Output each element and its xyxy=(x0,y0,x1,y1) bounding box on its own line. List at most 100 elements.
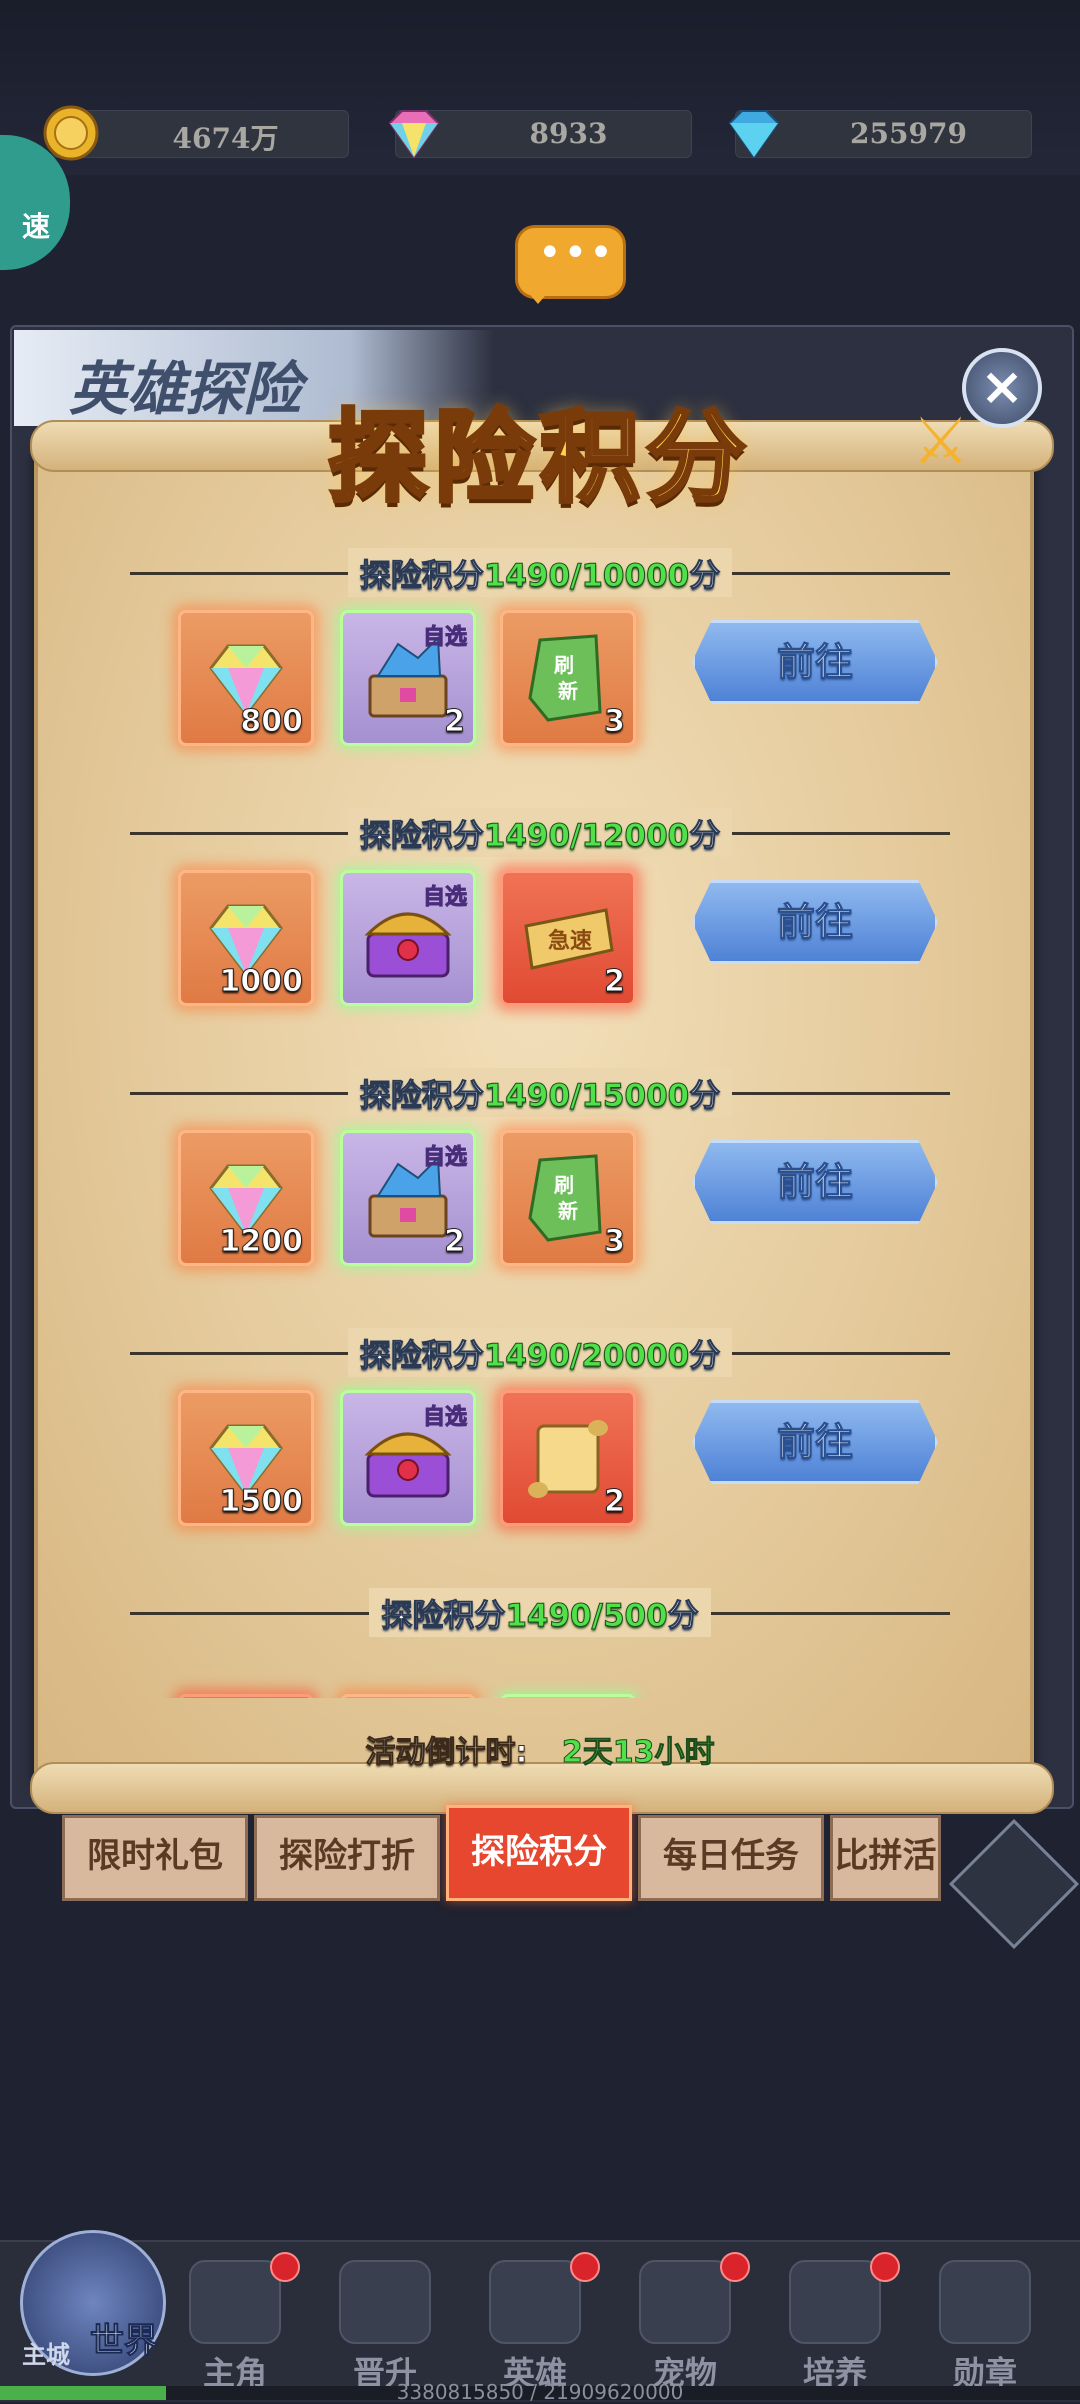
promote-icon xyxy=(339,2260,431,2344)
reward-quantity: 2 xyxy=(444,1224,466,1260)
goto-button[interactable]: 前往 xyxy=(692,880,938,964)
currency-gold[interactable]: 4674万 xyxy=(43,105,349,161)
svg-text:刷: 刷 xyxy=(554,1173,574,1197)
blue-diamond-icon xyxy=(728,110,780,159)
reward-quantity: 800 xyxy=(240,704,304,740)
notification-badge xyxy=(720,2252,750,2282)
goto-button[interactable]: 前往 xyxy=(692,620,938,704)
reward-quantity: 2 xyxy=(444,704,466,740)
milestone-progress: 1490/15000 xyxy=(483,1078,690,1115)
reward-quantity: 1500 xyxy=(219,1484,303,1520)
tab-item[interactable]: 探险积分 xyxy=(446,1805,632,1901)
svg-text:新: 新 xyxy=(558,1199,578,1223)
reward-tag: 自选 xyxy=(422,625,467,651)
speedup-ticket-icon: 急速 xyxy=(524,908,614,970)
milestone-label-text: 探险积分 xyxy=(359,558,484,595)
milestone-label-text: 探险积分 xyxy=(359,1338,484,1375)
reward-item[interactable]: 1200 xyxy=(178,1130,314,1266)
milestone-row: 探险积分1490/12000分 1000 自选 急速 2 前往 xyxy=(0,808,1080,1068)
reward-item[interactable] xyxy=(340,1694,476,1698)
reward-quantity: 2 xyxy=(604,1484,626,1520)
experience-text: 3380815850 / 21909620000 xyxy=(396,2380,684,2404)
rainbow-gem-icon xyxy=(388,110,440,159)
milestone-row: 探险积分1490/15000分 1200 自选 2 刷新 3 前往 xyxy=(0,1068,1080,1328)
currency-gold-value: 4674万 xyxy=(172,122,279,155)
hero-icon xyxy=(189,2260,281,2344)
reward-item[interactable] xyxy=(178,1694,314,1698)
refresh-ticket-icon: 刷新 xyxy=(528,1154,602,1242)
goto-button[interactable]: 前往 xyxy=(692,1140,938,1224)
nav-item[interactable]: 晋升 xyxy=(310,2260,460,2400)
tab-item[interactable]: 每日任务 xyxy=(638,1815,824,1901)
milestone-unit: 分 xyxy=(667,1598,699,1635)
currency-rainbow-gem[interactable]: 8933 xyxy=(388,110,692,159)
milestone-row: 探险积分1490/10000分 800 自选 2 刷新 3 前往 xyxy=(0,548,1080,808)
nav-world-label: 世界 xyxy=(90,2321,159,2362)
reward-item[interactable]: 刷新3 xyxy=(500,610,636,746)
svg-text:刷: 刷 xyxy=(554,653,574,677)
reward-item[interactable]: 自选 2 xyxy=(340,1130,476,1266)
reward-item[interactable]: 1500 xyxy=(178,1390,314,1526)
pet-icon xyxy=(639,2260,731,2344)
milestone-unit: 分 xyxy=(689,1078,721,1115)
reward-item[interactable]: 自选 2 xyxy=(340,610,476,746)
milestone-progress: 1490/20000 xyxy=(483,1338,690,1375)
currency-diamond[interactable]: 255979 xyxy=(728,110,1032,159)
reward-item[interactable]: 自选 xyxy=(340,870,476,1006)
nav-world-button[interactable]: 世界 主城 xyxy=(10,2215,170,2400)
currency-rainbow-gem-value: 8933 xyxy=(529,117,608,150)
milestone-label: 探险积分1490/500分 xyxy=(0,1588,1080,1638)
milestone-progress: 1490/12000 xyxy=(483,818,690,855)
reward-tag: 自选 xyxy=(422,1405,467,1431)
reward-item[interactable]: 刷新3 xyxy=(500,1130,636,1266)
countdown-value: 2天13小时 xyxy=(561,1735,715,1771)
train-icon xyxy=(789,2260,881,2344)
milestone-progress: 1490/10000 xyxy=(483,558,690,595)
milestone-label-text: 探险积分 xyxy=(359,1078,484,1115)
close-button[interactable]: × xyxy=(962,348,1042,428)
menu-toggle-icon[interactable] xyxy=(948,1818,1080,1950)
milestone-unit: 分 xyxy=(689,1338,721,1375)
medal-icon xyxy=(939,2260,1031,2344)
nav-world-sublabel: 主城 xyxy=(22,2341,70,2369)
milestone-unit: 分 xyxy=(689,558,721,595)
reward-item[interactable]: 急速 2 xyxy=(500,870,636,1006)
reward-item[interactable] xyxy=(500,1694,636,1698)
currency-diamond-value: 255979 xyxy=(850,117,967,150)
reward-quantity: 2 xyxy=(604,964,626,1000)
svg-text:急速: 急速 xyxy=(548,928,592,954)
nav-item[interactable]: 勋章 xyxy=(910,2260,1060,2400)
milestone-progress: 1490/500 xyxy=(505,1598,668,1635)
refresh-ticket-icon: 刷新 xyxy=(528,634,602,722)
reward-item[interactable]: 自选 xyxy=(340,1390,476,1526)
reward-item[interactable]: 800 xyxy=(178,610,314,746)
chat-bubble-icon[interactable]: ••• xyxy=(515,225,626,304)
tab-item[interactable]: 限时礼包 xyxy=(62,1815,248,1901)
speed-label: 速 xyxy=(21,210,50,243)
countdown-label: 活动倒计时: xyxy=(365,1735,528,1771)
reward-quantity: 1000 xyxy=(219,964,303,1000)
notification-badge xyxy=(570,2252,600,2282)
milestone-unit: 分 xyxy=(689,818,721,855)
reward-item[interactable]: 1000 xyxy=(178,870,314,1006)
scroll-icon xyxy=(528,1420,608,1498)
reward-quantity: 3 xyxy=(604,1224,626,1260)
helmet-icon xyxy=(489,2260,581,2344)
milestone-row: 探险积分1490/20000分 1500 自选 2 前往 xyxy=(0,1328,1080,1588)
notification-badge xyxy=(870,2252,900,2282)
event-countdown: 活动倒计时: 2天13小时 xyxy=(0,1727,1080,1771)
milestone-label: 探险积分1490/10000分 xyxy=(0,548,1080,598)
milestone-label: 探险积分1490/15000分 xyxy=(0,1068,1080,1118)
svg-text:新: 新 xyxy=(558,679,578,703)
reward-quantity: 1200 xyxy=(219,1224,303,1260)
milestone-row: 探险积分1490/500分 xyxy=(0,1588,1080,1698)
reward-tag: 自选 xyxy=(422,885,467,911)
goto-button[interactable]: 前往 xyxy=(692,1400,938,1484)
milestone-label-text: 探险积分 xyxy=(359,818,484,855)
tab-item[interactable]: 比拼活 xyxy=(830,1815,941,1901)
tab-item[interactable]: 探险打折 xyxy=(254,1815,440,1901)
reward-tag: 自选 xyxy=(422,1145,467,1171)
milestone-label-text: 探险积分 xyxy=(381,1598,506,1635)
milestone-label: 探险积分1490/12000分 xyxy=(0,808,1080,858)
reward-item[interactable]: 2 xyxy=(500,1390,636,1526)
